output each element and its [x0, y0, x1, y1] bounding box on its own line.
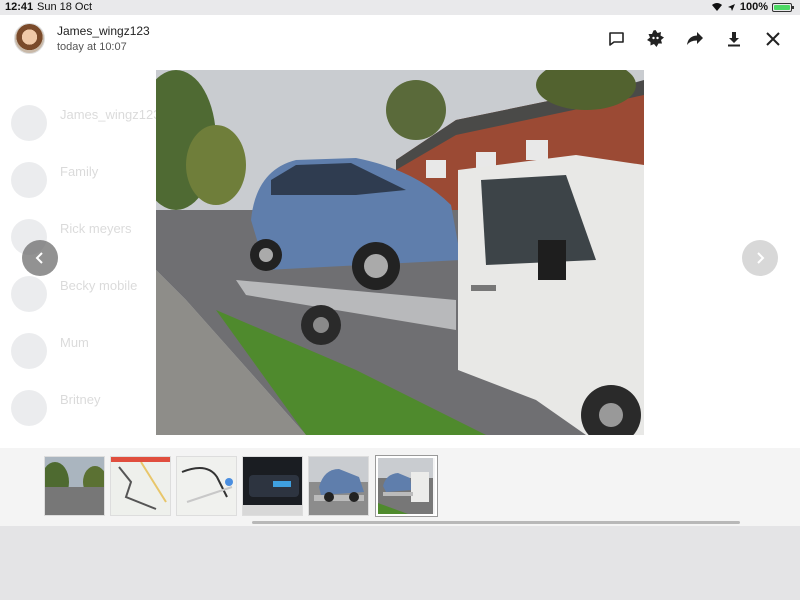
thumb-dashboard-photo[interactable]	[242, 456, 303, 516]
wifi-icon	[711, 3, 722, 11]
chat-name: Family	[60, 164, 99, 179]
status-right: 100%	[711, 1, 794, 13]
background-chat-item: Mum	[0, 323, 160, 380]
thumb-map-route[interactable]	[110, 456, 171, 516]
avatar	[11, 276, 47, 312]
truck-photo-image	[156, 70, 644, 435]
avatar	[11, 162, 47, 198]
background-chat-item: Britney	[0, 380, 160, 437]
background-chat-item: Becky mobile	[0, 266, 160, 323]
thumbnail-strip	[0, 448, 800, 526]
avatar	[11, 333, 47, 369]
close-button[interactable]	[763, 29, 782, 48]
chat-name: Rick meyers	[60, 221, 132, 236]
sender-avatar[interactable]	[14, 23, 45, 54]
chevron-left-icon	[35, 252, 43, 264]
download-button[interactable]	[724, 29, 743, 48]
status-date: Sun 18 Oct	[37, 1, 93, 13]
thumb-truck-photo[interactable]	[308, 456, 369, 516]
sticker-icon	[647, 30, 664, 47]
viewer-header: James_wingz123 today at 10:07	[0, 15, 800, 65]
previous-photo-button[interactable]	[22, 240, 58, 276]
chat-name: Mum	[60, 335, 89, 350]
background-chat-item: James_wingz123	[0, 95, 160, 152]
close-icon	[765, 31, 780, 46]
message-timestamp: today at 10:07	[57, 41, 127, 53]
comment-icon	[609, 31, 624, 46]
sticker-button[interactable]	[646, 29, 665, 48]
thumb-street-photo[interactable]	[44, 456, 105, 516]
chevron-right-icon	[757, 252, 765, 264]
comment-button[interactable]	[607, 29, 626, 48]
chat-name: Becky mobile	[60, 278, 138, 293]
viewer-actions	[607, 29, 782, 48]
avatar	[11, 390, 47, 426]
chat-name: James_wingz123	[60, 107, 161, 122]
thumb-map-route-2[interactable]	[176, 456, 237, 516]
status-time: 12:41	[5, 1, 34, 13]
next-photo-button[interactable]	[742, 240, 778, 276]
avatar	[11, 105, 47, 141]
main-photo	[156, 70, 644, 435]
photo-viewer: James_wingz123 Family Rick meyers Becky …	[0, 15, 800, 526]
thumb-truck-photo-2[interactable]	[376, 456, 437, 516]
forward-icon	[686, 32, 703, 45]
download-icon	[727, 31, 740, 46]
location-icon	[727, 3, 735, 11]
forward-button[interactable]	[685, 29, 704, 48]
background-chat-item: Family	[0, 152, 160, 209]
chat-name: Britney	[60, 392, 101, 407]
status-bar: 12:41 Sun 18 Oct 100%	[0, 0, 800, 15]
sender-name[interactable]: James_wingz123	[57, 24, 150, 38]
battery-percent: 100%	[739, 1, 768, 13]
thumbnail-scrollbar[interactable]	[252, 521, 740, 524]
battery-icon	[772, 2, 794, 12]
